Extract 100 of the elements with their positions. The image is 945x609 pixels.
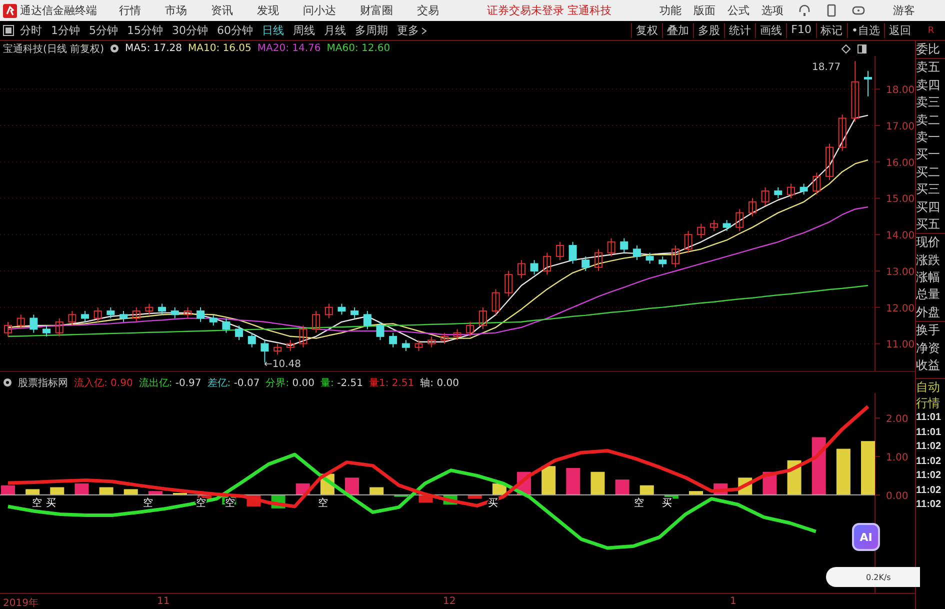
price-axis-label: 12.00 bbox=[886, 303, 915, 314]
action-button[interactable]: 多股 bbox=[693, 23, 724, 38]
diamond-icon[interactable] bbox=[841, 44, 851, 54]
candlestick bbox=[646, 252, 654, 264]
panel-toggle-icon[interactable] bbox=[3, 25, 14, 36]
quote-label: 买一 bbox=[916, 146, 941, 164]
candlestick bbox=[106, 306, 115, 319]
candlestick bbox=[222, 318, 230, 334]
histogram-bar bbox=[689, 491, 703, 495]
readout-value: -2.51 bbox=[336, 378, 363, 388]
action-button[interactable]: 叠加 bbox=[662, 23, 694, 38]
action-button[interactable]: 标记 bbox=[816, 23, 846, 38]
candlestick bbox=[132, 306, 140, 322]
histogram-bar bbox=[148, 491, 162, 495]
toolbar-item[interactable]: 选项 bbox=[762, 3, 784, 18]
corner-label: R bbox=[926, 26, 936, 36]
candlestick bbox=[620, 238, 628, 254]
quote-label: 卖五 bbox=[916, 58, 945, 77]
low-price-label: ←10.48 bbox=[264, 359, 302, 370]
ma-value: MA5: 17.28 bbox=[124, 43, 182, 54]
period-tab[interactable]: 1分钟 bbox=[51, 23, 80, 38]
toolbar-item[interactable]: 功能 bbox=[660, 3, 682, 18]
menu-item[interactable]: 市场 bbox=[165, 3, 187, 18]
action-button[interactable]: 统计 bbox=[724, 23, 756, 38]
price-axis-label: 11.00 bbox=[886, 340, 915, 351]
candlestick bbox=[556, 241, 564, 261]
period-tab[interactable]: 5分钟 bbox=[89, 23, 118, 38]
action-button[interactable]: F10 bbox=[786, 23, 816, 38]
quote-label: 总量 bbox=[916, 286, 941, 304]
period-tab[interactable]: 15分钟 bbox=[127, 23, 163, 38]
action-button[interactable]: 复权 bbox=[631, 23, 662, 38]
settings-icon[interactable] bbox=[110, 44, 119, 53]
candlestick bbox=[582, 256, 590, 272]
candlestick bbox=[68, 310, 76, 326]
readout-label: 量1: bbox=[368, 378, 389, 388]
histogram-bar bbox=[468, 494, 482, 499]
candlestick bbox=[55, 318, 64, 337]
histogram-bar bbox=[664, 494, 678, 499]
ai-button[interactable]: AI bbox=[852, 523, 880, 551]
readout-value: -0.07 bbox=[232, 378, 260, 388]
candlestick bbox=[248, 332, 256, 348]
indicator-title: 股票指标网 bbox=[18, 376, 68, 390]
menu-item[interactable]: 发现 bbox=[257, 3, 279, 18]
phone-icon[interactable] bbox=[824, 4, 838, 17]
menu-item[interactable]: 财富圈 bbox=[360, 3, 393, 18]
histogram-bar bbox=[1, 485, 15, 495]
period-tab[interactable]: 分时 bbox=[20, 23, 42, 38]
period-tab[interactable]: 月线 bbox=[324, 23, 346, 38]
histogram-bar bbox=[394, 494, 408, 497]
period-tab[interactable]: 60分钟 bbox=[217, 23, 253, 38]
candlestick bbox=[16, 314, 25, 330]
candlestick bbox=[812, 172, 821, 196]
menu-item[interactable]: 行情 bbox=[119, 3, 141, 18]
message-icon[interactable] bbox=[852, 4, 864, 17]
signal-label: 空 bbox=[32, 498, 42, 509]
candlestick bbox=[158, 303, 166, 316]
period-tab[interactable]: 日线 bbox=[262, 23, 284, 38]
histogram-bar bbox=[50, 487, 64, 495]
candlestick bbox=[658, 256, 667, 268]
candlestick bbox=[4, 321, 12, 337]
candlestick bbox=[492, 288, 500, 316]
candlestick bbox=[568, 241, 577, 264]
menu-item[interactable]: 交易 bbox=[417, 3, 439, 18]
candlestick bbox=[363, 310, 372, 330]
action-button[interactable]: •自选 bbox=[846, 23, 884, 38]
trade-time: 11:01 bbox=[916, 411, 942, 426]
period-tab[interactable]: 周线 bbox=[293, 23, 315, 38]
indicator-axis-label: 2.00 bbox=[886, 414, 908, 425]
action-button[interactable]: 返回 bbox=[884, 23, 915, 38]
trade-time: 11:02 bbox=[916, 484, 942, 498]
histogram-bar bbox=[99, 487, 114, 495]
candlestick bbox=[453, 328, 462, 341]
toolbar-item[interactable]: 版面 bbox=[694, 3, 716, 18]
histogram-bar bbox=[26, 489, 40, 495]
toolbar-item[interactable]: 公式 bbox=[728, 3, 750, 18]
settings-icon[interactable] bbox=[3, 378, 12, 387]
readout-label: 量: bbox=[320, 378, 334, 388]
histogram-bar bbox=[198, 494, 212, 499]
date-axis-label: 2019年 bbox=[3, 597, 38, 609]
candlestick bbox=[42, 325, 50, 337]
quote-label: 现价 bbox=[916, 233, 945, 252]
quote-label: 买四 bbox=[916, 198, 941, 216]
candlestick bbox=[851, 60, 860, 122]
action-button[interactable]: 画线 bbox=[755, 23, 786, 38]
period-tab[interactable]: 30分钟 bbox=[172, 23, 208, 38]
date-axis-label: 11 bbox=[157, 596, 170, 607]
headset-icon[interactable] bbox=[798, 4, 810, 17]
readout-label: 流出亿: bbox=[138, 378, 172, 388]
window-icon[interactable] bbox=[857, 44, 867, 54]
candlestick bbox=[607, 238, 616, 257]
quote-label: 买三 bbox=[916, 181, 941, 198]
user-label[interactable]: 游客 bbox=[893, 3, 915, 18]
signal-label: 空 bbox=[318, 498, 328, 509]
menu-item[interactable]: 资讯 bbox=[211, 3, 233, 18]
period-tab[interactable]: 多周期 bbox=[355, 23, 388, 38]
period-tab[interactable]: 更多 bbox=[397, 23, 427, 38]
menu-item[interactable]: 问小达 bbox=[303, 3, 336, 18]
price-axis-label: 18.00 bbox=[886, 85, 915, 96]
histogram-bar bbox=[590, 472, 605, 495]
app-title: 通达信金融终端 bbox=[20, 3, 97, 18]
